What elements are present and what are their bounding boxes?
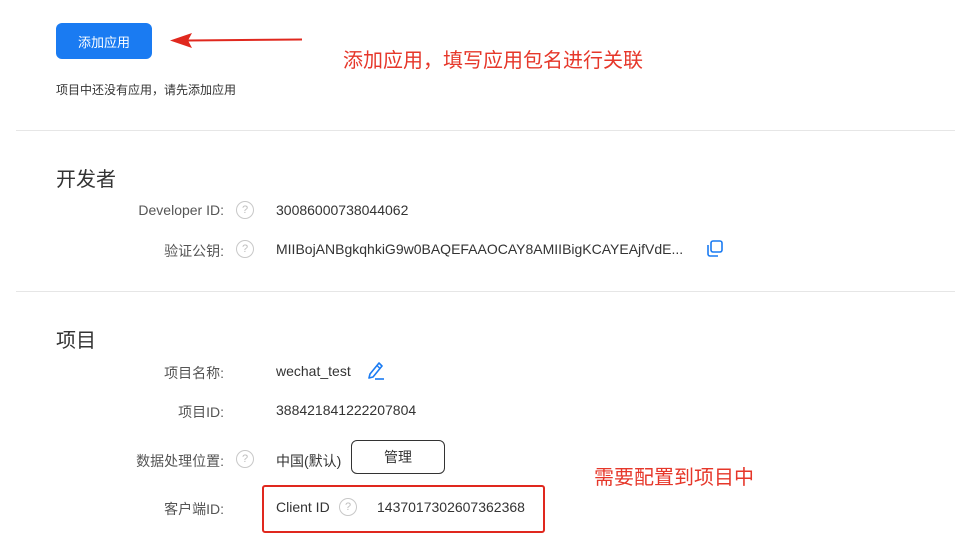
section-divider [16, 130, 955, 131]
help-icon[interactable]: ? [236, 201, 254, 219]
public-key-label: 验证公钥: [164, 243, 224, 259]
section-divider [16, 291, 955, 292]
project-name-label: 项目名称: [164, 365, 224, 381]
project-id-value: 388421841222207804 [276, 402, 417, 418]
client-id-label: Client ID [276, 499, 330, 515]
project-id-label: 项目ID: [178, 404, 224, 420]
copy-icon[interactable] [705, 239, 724, 258]
help-icon[interactable]: ? [236, 450, 254, 468]
data-location-value: 中国(默认) [276, 453, 342, 469]
help-icon[interactable]: ? [236, 240, 254, 258]
data-location-label: 数据处理位置: [136, 453, 224, 469]
config-annotation-text: 需要配置到项目中 [594, 467, 754, 489]
developer-id-value: 30086000738044062 [276, 202, 409, 218]
empty-apps-tip: 项目中还没有应用，请先添加应用 [56, 83, 237, 97]
developer-id-label: Developer ID: [138, 202, 224, 218]
add-app-button[interactable]: 添加应用 [56, 23, 152, 59]
manage-button[interactable]: 管理 [351, 440, 445, 474]
add-app-annotation-text: 添加应用，填写应用包名进行关联 [343, 50, 643, 72]
developer-section-title: 开发者 [56, 169, 116, 191]
help-icon[interactable]: ? [339, 498, 357, 516]
red-arrow-annotation [170, 33, 303, 48]
project-section-title: 项目 [56, 330, 96, 352]
pencil-icon[interactable] [366, 359, 386, 381]
client-id-row-label: 客户端ID: [164, 501, 224, 517]
project-name-value: wechat_test [276, 363, 351, 379]
public-key-value: MIIBojANBgkqhkiG9w0BAQEFAAOCAY8AMIIBigKC… [276, 241, 684, 257]
client-id-value: 1437017302607362368 [377, 499, 525, 515]
